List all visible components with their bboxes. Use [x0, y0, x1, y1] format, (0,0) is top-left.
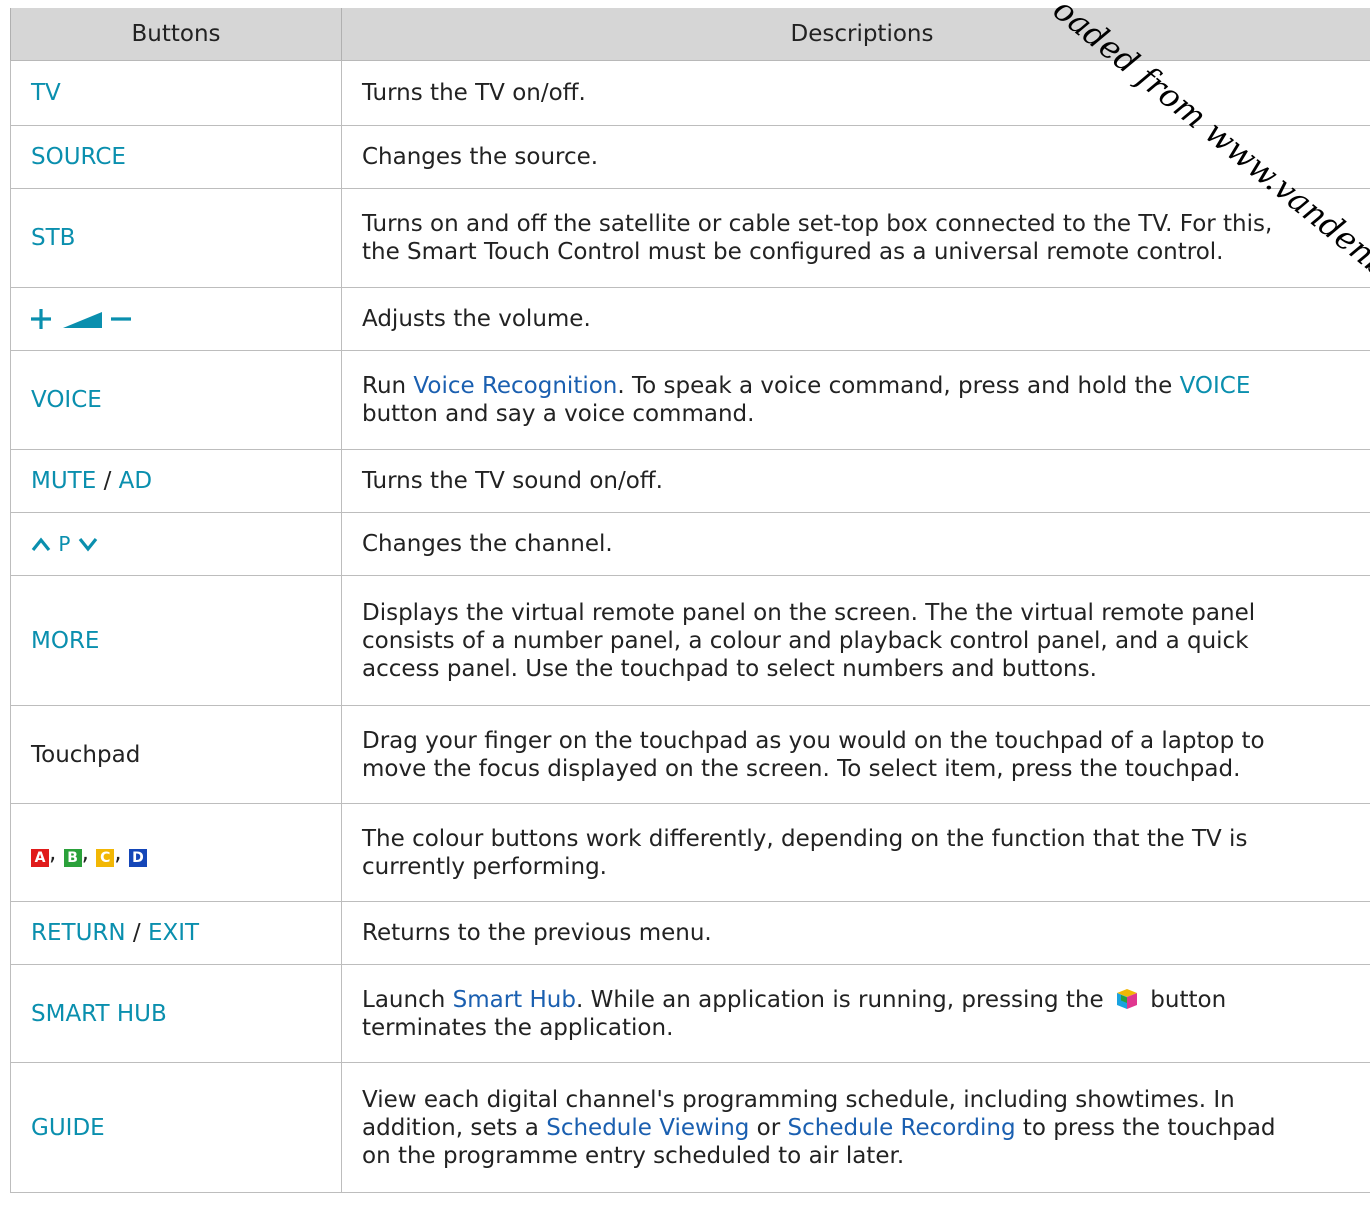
description-cell: Turns the TV sound on/off. [341, 449, 1370, 513]
description-cell: Returns to the previous menu. [341, 901, 1370, 965]
color-key-a: A [31, 848, 49, 867]
schedule-recording-link-text: Schedule Recording [787, 1114, 1016, 1141]
description-line: access panel. Use the touchpad to select… [362, 655, 1097, 682]
table-header-row: Buttons Descriptions [10, 8, 1370, 61]
return-label: RETURN [31, 920, 126, 946]
table-row: Touchpad Drag your finger on the touchpa… [10, 705, 1370, 804]
description-line: The colour buttons work differently, dep… [362, 825, 1248, 852]
description-text: . While an application is running, press… [575, 986, 1104, 1013]
description-text: to press the touchpad [1015, 1114, 1276, 1141]
description-cell: Turns on and off the satellite or cable … [341, 188, 1370, 288]
color-key-b: B [63, 848, 82, 867]
description-cell: View each digital channel's programming … [341, 1062, 1370, 1193]
voice-button-ref: VOICE [1179, 373, 1251, 399]
table-row: VOICE Run Voice Recognition. To speak a … [10, 350, 1370, 450]
separator: / [96, 468, 119, 494]
description-text: Launch [362, 986, 453, 1013]
description-cell: Changes the source. [341, 125, 1370, 189]
description-line: Displays the virtual remote panel on the… [362, 599, 1256, 626]
separator: / [125, 920, 148, 946]
button-cell-stb: STB [10, 188, 342, 288]
table-row: GUIDE View each digital channel's progra… [10, 1062, 1370, 1193]
description-line: Drag your finger on the touchpad as you … [362, 727, 1265, 754]
button-cell-channel: P [10, 512, 342, 576]
channel-down-icon [78, 538, 97, 552]
ad-label: AD [118, 468, 153, 494]
description-text: . To speak a voice command, press and ho… [617, 373, 1180, 399]
smart-hub-link-text: Smart Hub [452, 986, 576, 1013]
voice-recognition-link-text: Voice Recognition [413, 373, 618, 399]
button-cell-source: SOURCE [10, 125, 342, 189]
mute-label: MUTE [31, 468, 97, 494]
smart-hub-icon [1116, 988, 1137, 1009]
description-text: Run [362, 373, 414, 399]
description-line: the Smart Touch Control must be configur… [362, 239, 1224, 265]
description-line: consists of a number panel, a colour and… [362, 627, 1249, 654]
description-cell: Run Voice Recognition. To speak a voice … [341, 350, 1370, 450]
description-line: Turns on and off the satellite or cable … [362, 211, 1273, 237]
exit-label: EXIT [147, 920, 200, 946]
button-cell-voice: VOICE [10, 350, 342, 450]
description-text: addition, sets a [362, 1114, 547, 1141]
description-line: View each digital channel's programming … [362, 1086, 1235, 1113]
description-cell: The colour buttons work differently, dep… [341, 803, 1370, 902]
button-cell-guide: GUIDE [10, 1062, 342, 1193]
description-line: terminates the application. [362, 1014, 674, 1041]
description-text: button [1150, 986, 1227, 1013]
button-cell-return-exit: RETURN / EXIT [10, 901, 342, 965]
description-line: on the programme entry scheduled to air … [362, 1142, 905, 1169]
button-cell-more: MORE [10, 575, 342, 706]
description-cell: Displays the virtual remote panel on the… [341, 575, 1370, 706]
description-cell: Turns the TV on/off. [341, 60, 1370, 126]
table-row: Adjusts the volume. [10, 287, 1370, 351]
table-row: RETURN / EXIT Returns to the previous me… [10, 901, 1370, 965]
description-line: currently performing. [362, 853, 607, 880]
button-cell-mute-ad: MUTE / AD [10, 449, 342, 513]
header-descriptions: Descriptions [341, 8, 1370, 61]
volume-up-down-icon [31, 309, 131, 329]
schedule-viewing-link-text: Schedule Viewing [546, 1114, 750, 1141]
color-key-d: D [128, 848, 147, 867]
table-row: SMART HUB Launch Smart Hub. While an app… [10, 964, 1370, 1063]
description-cell: Adjusts the volume. [341, 287, 1370, 351]
remote-buttons-table: Buttons Descriptions TV Turns the TV on/… [10, 8, 1370, 1193]
button-cell-touchpad: Touchpad [10, 705, 342, 804]
table-row: TV Turns the TV on/off. [10, 60, 1370, 126]
channel-up-icon [31, 537, 51, 551]
button-cell-colour-keys: A, B, C, D [10, 803, 342, 902]
description-line: button and say a voice command. [362, 401, 755, 427]
table-row: MUTE / AD Turns the TV sound on/off. [10, 449, 1370, 513]
table-row: P Changes the channel. [10, 512, 1370, 576]
channel-p-label: P [58, 532, 71, 556]
color-key-c: C [96, 848, 115, 867]
table-row: SOURCE Changes the source. [10, 125, 1370, 189]
table-row: STB Turns on and off the satellite or ca… [10, 188, 1370, 288]
description-text: or [749, 1114, 788, 1141]
button-cell-tv: TV [10, 60, 342, 126]
header-buttons: Buttons [10, 8, 342, 61]
button-cell-smart-hub: SMART HUB [10, 964, 342, 1063]
table-row: A, B, C, D The colour buttons work diffe… [10, 803, 1370, 902]
description-cell: Drag your finger on the touchpad as you … [341, 705, 1370, 804]
description-cell: Launch Smart Hub. While an application i… [341, 964, 1370, 1063]
table-row: MORE Displays the virtual remote panel o… [10, 575, 1370, 706]
description-line: move the focus displayed on the screen. … [362, 755, 1241, 782]
button-cell-volume [10, 287, 342, 351]
description-cell: Changes the channel. [341, 512, 1370, 576]
